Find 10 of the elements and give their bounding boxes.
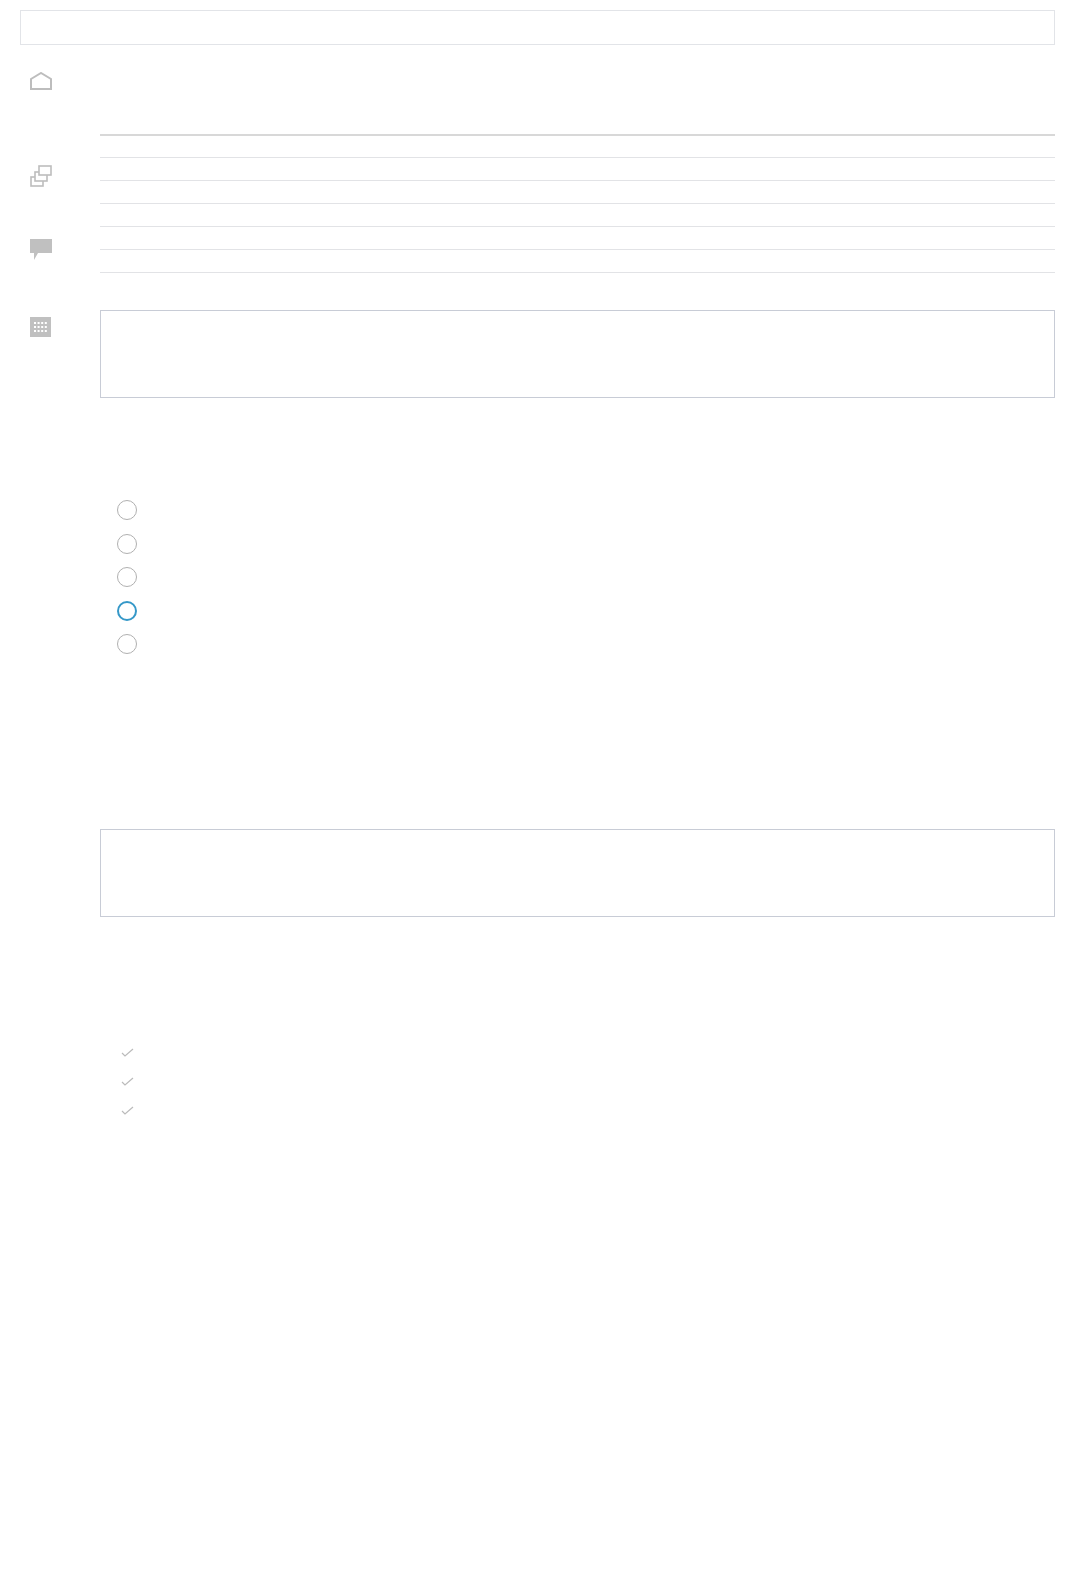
comment-icon[interactable] — [30, 239, 52, 260]
check-icon — [121, 1106, 134, 1115]
text-box[interactable] — [100, 310, 1055, 398]
check-icon — [121, 1077, 134, 1086]
check-icon — [121, 1048, 134, 1057]
home-icon[interactable] — [30, 72, 52, 90]
radio-button[interactable] — [117, 600, 137, 621]
calendar-icon[interactable] — [30, 316, 51, 337]
text-box[interactable] — [100, 829, 1055, 917]
windows-icon[interactable] — [30, 165, 52, 187]
